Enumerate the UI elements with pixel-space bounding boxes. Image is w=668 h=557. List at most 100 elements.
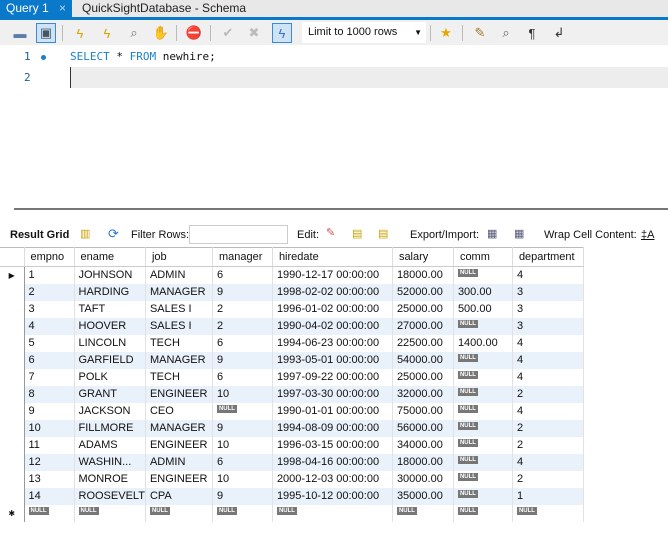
- add-row-icon[interactable]: ▤: [352, 227, 362, 240]
- wrap-icon[interactable]: ↲: [549, 23, 569, 43]
- cell-salary[interactable]: 75000.00: [392, 402, 454, 420]
- new-cell-comm[interactable]: NULL: [453, 504, 513, 522]
- cell-empno[interactable]: 14: [24, 487, 75, 505]
- table-row[interactable]: 6 GARFIELD MANAGER 9 1993-05-01 00:00:00 5400…: [0, 351, 584, 369]
- cell-manager[interactable]: 9: [212, 283, 273, 301]
- column-header-job[interactable]: job: [145, 247, 213, 267]
- cell-ename[interactable]: HARDING: [74, 283, 146, 301]
- row-header[interactable]: [0, 334, 25, 352]
- cell-department[interactable]: 3: [512, 283, 584, 301]
- import-icon[interactable]: ▦: [514, 227, 524, 240]
- cell-hiredate[interactable]: 1990-12-17 00:00:00: [272, 266, 393, 284]
- table-row[interactable]: 5 LINCOLN TECH 6 1994-06-23 00:00:00 22500.00…: [0, 334, 584, 352]
- cell-ename[interactable]: JACKSON: [74, 402, 146, 420]
- cell-ename[interactable]: ADAMS: [74, 436, 146, 454]
- tab-query-1[interactable]: Query 1 ×: [0, 0, 72, 17]
- cell-ename[interactable]: TAFT: [74, 300, 146, 318]
- cell-empno[interactable]: 3: [24, 300, 75, 318]
- row-header[interactable]: [0, 300, 25, 318]
- close-icon[interactable]: ×: [59, 0, 66, 16]
- cell-salary[interactable]: 18000.00: [392, 453, 454, 471]
- cell-job[interactable]: ADMIN: [145, 453, 213, 471]
- cell-comm[interactable]: NULL: [453, 368, 513, 386]
- cell-hiredate[interactable]: 1998-04-16 00:00:00: [272, 453, 393, 471]
- table-row[interactable]: 12 WASHIN... ADMIN 6 1998-04-16 00:00:00 1800…: [0, 453, 584, 471]
- cell-empno[interactable]: 1: [24, 266, 75, 284]
- cell-salary[interactable]: 54000.00: [392, 351, 454, 369]
- toggle-error-icon[interactable]: ⛔: [184, 23, 204, 43]
- cell-manager[interactable]: NULL: [212, 402, 273, 420]
- cell-ename[interactable]: WASHIN...: [74, 453, 146, 471]
- table-row[interactable]: 11 ADAMS ENGINEER 10 1996-03-15 00:00:00 3400…: [0, 436, 584, 454]
- column-header-empno[interactable]: empno: [24, 247, 75, 267]
- cell-hiredate[interactable]: 1990-01-01 00:00:00: [272, 402, 393, 420]
- cell-empno[interactable]: 12: [24, 453, 75, 471]
- cell-empno[interactable]: 5: [24, 334, 75, 352]
- cell-salary[interactable]: 32000.00: [392, 385, 454, 403]
- cell-department[interactable]: 4: [512, 266, 584, 284]
- column-header-department[interactable]: department: [512, 247, 584, 267]
- filter-rows-input[interactable]: [189, 225, 288, 244]
- table-row[interactable]: 14 ROOSEVELT CPA 9 1995-10-12 00:00:00 35000.…: [0, 487, 584, 505]
- cell-salary[interactable]: 56000.00: [392, 419, 454, 437]
- row-header[interactable]: [0, 419, 25, 437]
- cell-department[interactable]: 2: [512, 385, 584, 403]
- cell-job[interactable]: ENGINEER: [145, 436, 213, 454]
- cell-job[interactable]: ENGINEER: [145, 385, 213, 403]
- cell-empno[interactable]: 4: [24, 317, 75, 335]
- cell-job[interactable]: TECH: [145, 334, 213, 352]
- table-row[interactable]: ▶ 1 JOHNSON ADMIN 6 1990-12-17 00:00:00 18000.…: [0, 266, 584, 284]
- cell-job[interactable]: ADMIN: [145, 266, 213, 284]
- row-header[interactable]: [0, 351, 25, 369]
- cell-comm[interactable]: NULL: [453, 317, 513, 335]
- add-snippet-icon[interactable]: ★: [436, 23, 456, 43]
- cell-empno[interactable]: 10: [24, 419, 75, 437]
- cell-comm[interactable]: NULL: [453, 402, 513, 420]
- export-icon[interactable]: ▦: [487, 227, 497, 240]
- cell-hiredate[interactable]: 1993-05-01 00:00:00: [272, 351, 393, 369]
- cell-department[interactable]: 4: [512, 368, 584, 386]
- limit-rows-select[interactable]: Limit to 1000 rows ▼: [302, 22, 426, 43]
- row-header[interactable]: [0, 453, 25, 471]
- cell-manager[interactable]: 9: [212, 487, 273, 505]
- table-row[interactable]: 7 POLK TECH 6 1997-09-22 00:00:00 25000.00 NUL…: [0, 368, 584, 386]
- open-folder-icon[interactable]: ▬: [10, 23, 30, 43]
- cell-manager[interactable]: 2: [212, 317, 273, 335]
- cell-job[interactable]: MANAGER: [145, 351, 213, 369]
- cell-job[interactable]: MANAGER: [145, 283, 213, 301]
- row-header[interactable]: [0, 402, 25, 420]
- new-cell-salary[interactable]: NULL: [392, 504, 454, 522]
- cell-comm[interactable]: NULL: [453, 470, 513, 488]
- row-header[interactable]: [0, 368, 25, 386]
- column-header-salary[interactable]: salary: [392, 247, 454, 267]
- cell-ename[interactable]: HOOVER: [74, 317, 146, 335]
- cell-salary[interactable]: 18000.00: [392, 266, 454, 284]
- cell-empno[interactable]: 9: [24, 402, 75, 420]
- delete-row-icon[interactable]: ▤: [378, 227, 388, 240]
- edit-icon[interactable]: ✎: [326, 226, 335, 239]
- cell-hiredate[interactable]: 1996-01-02 00:00:00: [272, 300, 393, 318]
- cell-department[interactable]: 4: [512, 351, 584, 369]
- execute-current-icon[interactable]: ϟ: [97, 23, 117, 43]
- cell-empno[interactable]: 2: [24, 283, 75, 301]
- cell-comm[interactable]: NULL: [453, 385, 513, 403]
- cell-ename[interactable]: GRANT: [74, 385, 146, 403]
- cell-comm[interactable]: NULL: [453, 487, 513, 505]
- cell-hiredate[interactable]: 2000-12-03 00:00:00: [272, 470, 393, 488]
- cell-manager[interactable]: 9: [212, 351, 273, 369]
- cell-ename[interactable]: JOHNSON: [74, 266, 146, 284]
- beautify-icon[interactable]: ✎: [470, 23, 490, 43]
- new-row[interactable]: ✱ NULL NULL NULL NULL NULL NULL NULL NULL: [0, 504, 584, 522]
- row-header[interactable]: [0, 436, 25, 454]
- commit-icon[interactable]: ✔: [218, 23, 238, 43]
- row-header[interactable]: [0, 283, 25, 301]
- cell-comm[interactable]: 500.00: [453, 300, 513, 318]
- rollback-icon[interactable]: ✖: [244, 23, 264, 43]
- cell-comm[interactable]: NULL: [453, 419, 513, 437]
- wrap-cell-icon[interactable]: ‡A: [641, 229, 654, 241]
- invisible-chars-icon[interactable]: ¶: [522, 23, 542, 43]
- cell-salary[interactable]: 30000.00: [392, 470, 454, 488]
- cell-salary[interactable]: 25000.00: [392, 368, 454, 386]
- new-cell-empno[interactable]: NULL: [24, 504, 75, 522]
- new-cell-manager[interactable]: NULL: [212, 504, 273, 522]
